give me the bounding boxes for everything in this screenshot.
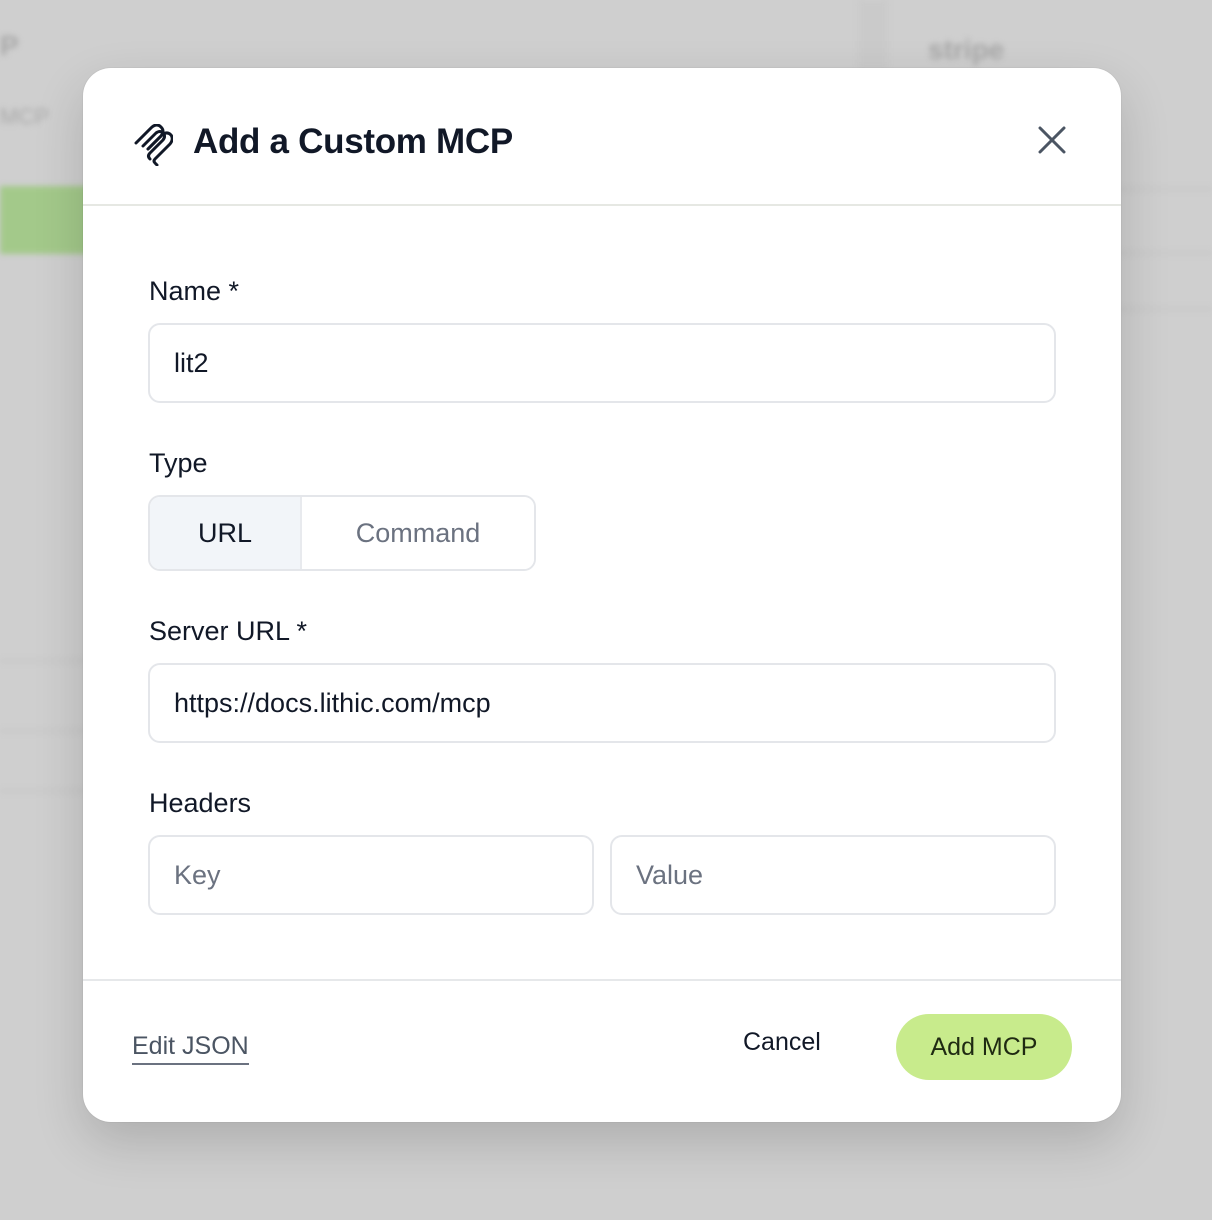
background-line bbox=[1120, 308, 1212, 310]
dialog-header: Add a Custom MCP bbox=[83, 68, 1121, 206]
type-option-url[interactable]: URL bbox=[150, 497, 302, 569]
dialog-title: Add a Custom MCP bbox=[193, 122, 513, 161]
headers-label: Headers bbox=[149, 788, 252, 818]
background-line bbox=[1120, 252, 1212, 254]
name-label: Name * bbox=[149, 276, 240, 306]
edit-json-link[interactable]: Edit JSON bbox=[132, 1032, 249, 1065]
header-value-input[interactable] bbox=[610, 835, 1056, 915]
name-input[interactable] bbox=[148, 323, 1056, 403]
background-text: stripe bbox=[928, 34, 1005, 65]
mcp-logo-icon bbox=[134, 124, 173, 166]
server-url-label: Server URL * bbox=[149, 616, 308, 646]
background-line bbox=[1120, 188, 1212, 190]
background-line bbox=[0, 730, 84, 732]
server-url-input[interactable] bbox=[148, 663, 1056, 743]
close-button[interactable] bbox=[1032, 120, 1072, 160]
background-text: MCP bbox=[0, 104, 49, 129]
add-custom-mcp-dialog: Add a Custom MCP Name * Type URL Command… bbox=[83, 68, 1121, 1122]
add-mcp-button[interactable]: Add MCP bbox=[896, 1014, 1072, 1080]
header-key-input[interactable] bbox=[148, 835, 594, 915]
type-segmented-control: URL Command bbox=[148, 495, 536, 571]
background-button bbox=[0, 186, 90, 254]
background-line bbox=[0, 790, 84, 792]
type-label: Type bbox=[149, 448, 208, 478]
cancel-button[interactable]: Cancel bbox=[743, 1028, 821, 1057]
background-text: P bbox=[0, 30, 19, 61]
background-divider bbox=[858, 0, 888, 70]
close-icon bbox=[1038, 126, 1066, 154]
footer-divider bbox=[83, 979, 1121, 981]
background-line bbox=[0, 660, 84, 662]
type-option-command[interactable]: Command bbox=[302, 497, 534, 569]
